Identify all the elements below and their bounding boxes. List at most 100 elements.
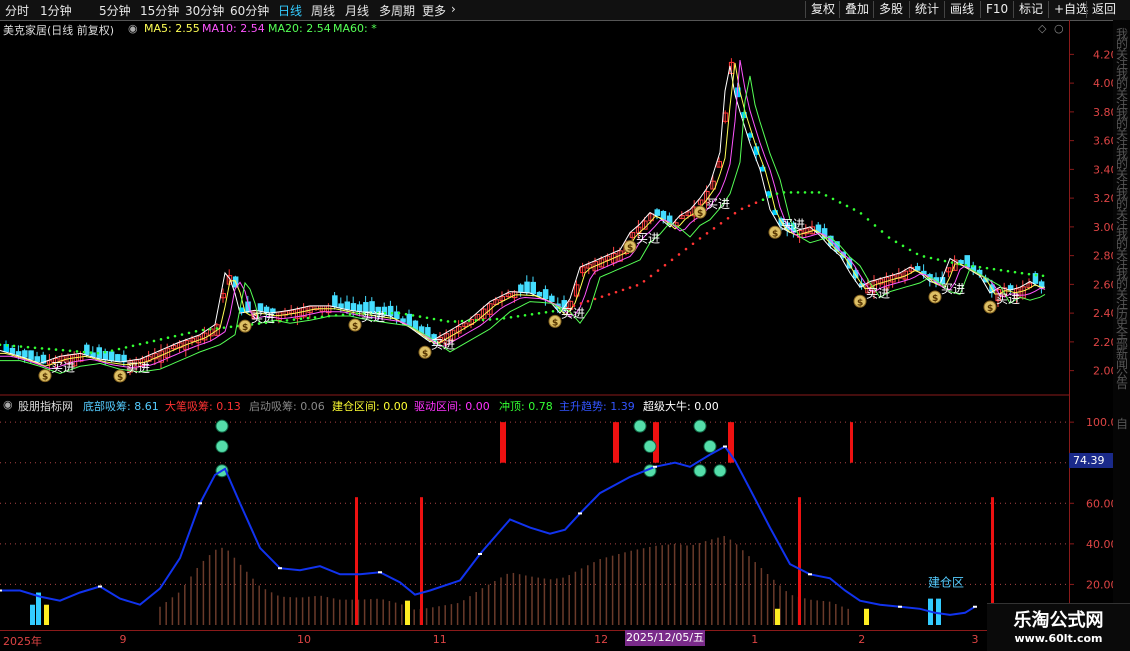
ma60-dot	[705, 232, 709, 235]
ma60-dot	[194, 329, 198, 333]
ma60-dot	[425, 316, 429, 320]
ma60-dot	[5, 344, 9, 347]
ma60-dot	[460, 319, 464, 323]
ma60-dot	[117, 347, 121, 351]
ma60-dot	[719, 221, 723, 225]
ma60-dot	[670, 258, 674, 262]
bull-head-icon	[215, 439, 229, 453]
ma60-dot	[957, 262, 961, 266]
ma60-dot	[1006, 269, 1010, 273]
ma60-dot	[432, 317, 436, 321]
axis-border	[1069, 20, 1070, 630]
ma60-dot	[768, 195, 772, 198]
ma60-dot	[754, 201, 758, 205]
ma60-dot	[173, 334, 177, 338]
ma60-dot	[733, 211, 737, 215]
ma60-dot	[229, 325, 233, 329]
date-label: 3	[971, 633, 979, 646]
ma60-dot	[628, 286, 632, 289]
right-sidebar[interactable]: 自我的关注我的关注我的关注我的关注我的关注我的关注我的关注历史全部新闻公告	[1113, 20, 1130, 630]
date-label: 12	[594, 633, 609, 646]
indicator-title[interactable]: 股朋指标网	[18, 398, 73, 414]
trend-marker	[278, 567, 282, 570]
candle-body	[257, 303, 264, 312]
chart-canvas[interactable]: $买进$买进$买进$买进$买进$买进$买进$买进$买进$买进 $买进$买进 4.2…	[0, 0, 1130, 650]
ma60-dot	[355, 312, 359, 315]
ma60-dotted-line	[0, 191, 1045, 355]
ma60-dot	[901, 244, 905, 248]
ma60-dot	[635, 284, 639, 287]
bull-head-icon	[693, 464, 707, 478]
ma60-dot	[292, 318, 296, 321]
trend-marker	[198, 502, 202, 505]
buy-signal-label: 买进	[781, 217, 805, 231]
cursor-date-label: 2025/12/05/五	[625, 630, 705, 646]
ma60-dot	[103, 350, 107, 354]
ma60-dot	[894, 240, 898, 244]
ma60-dot	[341, 313, 345, 317]
ma60-dot	[796, 191, 800, 194]
ma60-dot	[89, 351, 93, 354]
ma60-dot	[936, 258, 940, 261]
buy-signal-label: 买进	[51, 361, 75, 375]
money-bag-glyph: $	[857, 298, 863, 308]
ma60-dot	[817, 191, 821, 194]
ma60-dot	[320, 315, 324, 319]
ma60-dot	[985, 266, 989, 270]
candle-body	[530, 281, 536, 294]
ma60-dot	[1013, 270, 1017, 274]
buy-signal-label: 买进	[996, 292, 1020, 306]
ma60-dot	[222, 326, 226, 329]
money-bag-glyph: $	[352, 322, 358, 332]
candle-body	[28, 350, 34, 360]
candle-body	[536, 291, 543, 297]
ma60-dot	[845, 204, 849, 208]
ma60-dot	[488, 318, 492, 321]
legend-chaoji: 超级大牛: 0.00	[643, 400, 719, 413]
candle-body	[15, 351, 22, 356]
ma60-dot	[922, 255, 926, 258]
right-strip-top[interactable]: 自	[1116, 418, 1128, 431]
trend-marker	[98, 585, 102, 588]
ma60-dot	[887, 236, 891, 239]
ma60-dot	[1034, 273, 1038, 277]
buy-signal-label: 买进	[126, 361, 150, 375]
ma60-dot	[82, 350, 86, 354]
candle-body	[406, 313, 412, 327]
candle-body	[914, 266, 921, 271]
date-label: 9	[119, 633, 127, 646]
ind-toggle-icon[interactable]: ◉	[3, 398, 13, 411]
ma60-dot	[852, 208, 856, 211]
ma60-dot	[971, 264, 975, 268]
ma60-dot	[859, 212, 863, 215]
ma60-dot	[390, 311, 394, 315]
ma60-dot	[880, 230, 884, 233]
ma60-dot	[698, 237, 702, 240]
ma60-dot	[621, 288, 625, 292]
ma60-dot	[502, 317, 506, 320]
trend-marker	[653, 465, 657, 468]
trend-marker	[898, 605, 902, 608]
signal-bar	[864, 608, 869, 625]
buy-signal-label: 买进	[561, 306, 585, 320]
bull-head-icon	[643, 439, 657, 453]
ma-line-3	[0, 60, 1046, 370]
ma60-dot	[495, 317, 499, 321]
bull-head-icon	[633, 419, 647, 433]
ma60-dot	[775, 192, 779, 195]
ma60-dot	[180, 333, 184, 336]
money-bag-glyph: $	[422, 349, 428, 359]
ma60-dot	[313, 316, 317, 319]
ma60-dot	[726, 216, 730, 220]
legend-jiancang: 建仓区间: 0.00	[332, 400, 408, 413]
buy-signal-label: 买进	[251, 311, 275, 325]
ma60-dot	[838, 201, 842, 204]
red-signal-bar	[355, 497, 358, 625]
ma60-dot	[334, 314, 338, 317]
trend-marker	[578, 512, 582, 515]
date-label: 1	[751, 633, 759, 646]
candle-body	[518, 284, 524, 293]
ma60-dot	[1020, 271, 1024, 275]
candle-body	[542, 289, 549, 300]
date-label: 2025年	[3, 635, 42, 648]
